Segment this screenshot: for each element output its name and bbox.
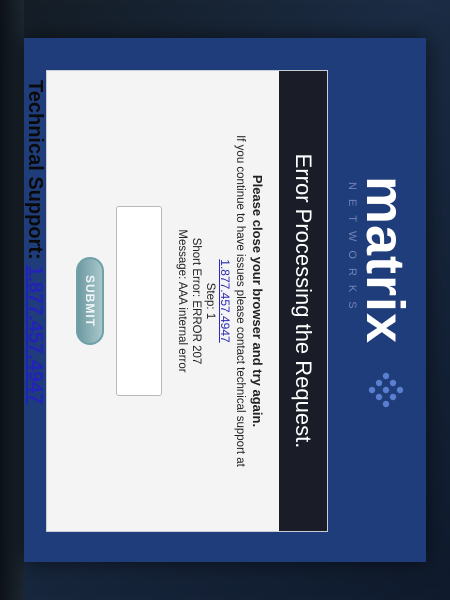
response-input[interactable] — [116, 206, 162, 396]
browser-viewport: matrix NETWORKS Error Processing the Req… — [24, 38, 426, 562]
error-step: Step: 1 — [204, 282, 216, 320]
logo-dots-icon — [368, 372, 404, 408]
short-error: Short Error: ERROR 207 — [190, 237, 202, 365]
close-browser-message: Please close your browser and try again. — [250, 174, 265, 428]
error-body: Please close your browser and try again.… — [76, 71, 279, 531]
contact-support-text: If you continue to have issues please co… — [234, 135, 246, 467]
submit-button[interactable]: SUBMIT — [76, 257, 104, 345]
matrix-logo: matrix — [355, 176, 415, 345]
desk-edge — [0, 0, 24, 600]
brand-header: matrix NETWORKS — [338, 176, 415, 436]
error-dialog: Error Processing the Request. Please clo… — [46, 70, 328, 532]
support-footer-phone-link[interactable]: 1.877.457.4947 — [24, 265, 46, 404]
support-phone-link[interactable]: 1.877.457.4947 — [218, 259, 232, 342]
support-label: Technical Support: — [24, 80, 46, 260]
technical-support-footer: Technical Support: 1.877.457.4947 — [24, 80, 46, 540]
rotated-content: matrix NETWORKS Error Processing the Req… — [24, 38, 426, 562]
brand-tagline: NETWORKS — [346, 182, 358, 318]
error-title: Error Processing the Request. — [279, 71, 327, 531]
error-message: Message: AAA internal error — [176, 229, 188, 373]
